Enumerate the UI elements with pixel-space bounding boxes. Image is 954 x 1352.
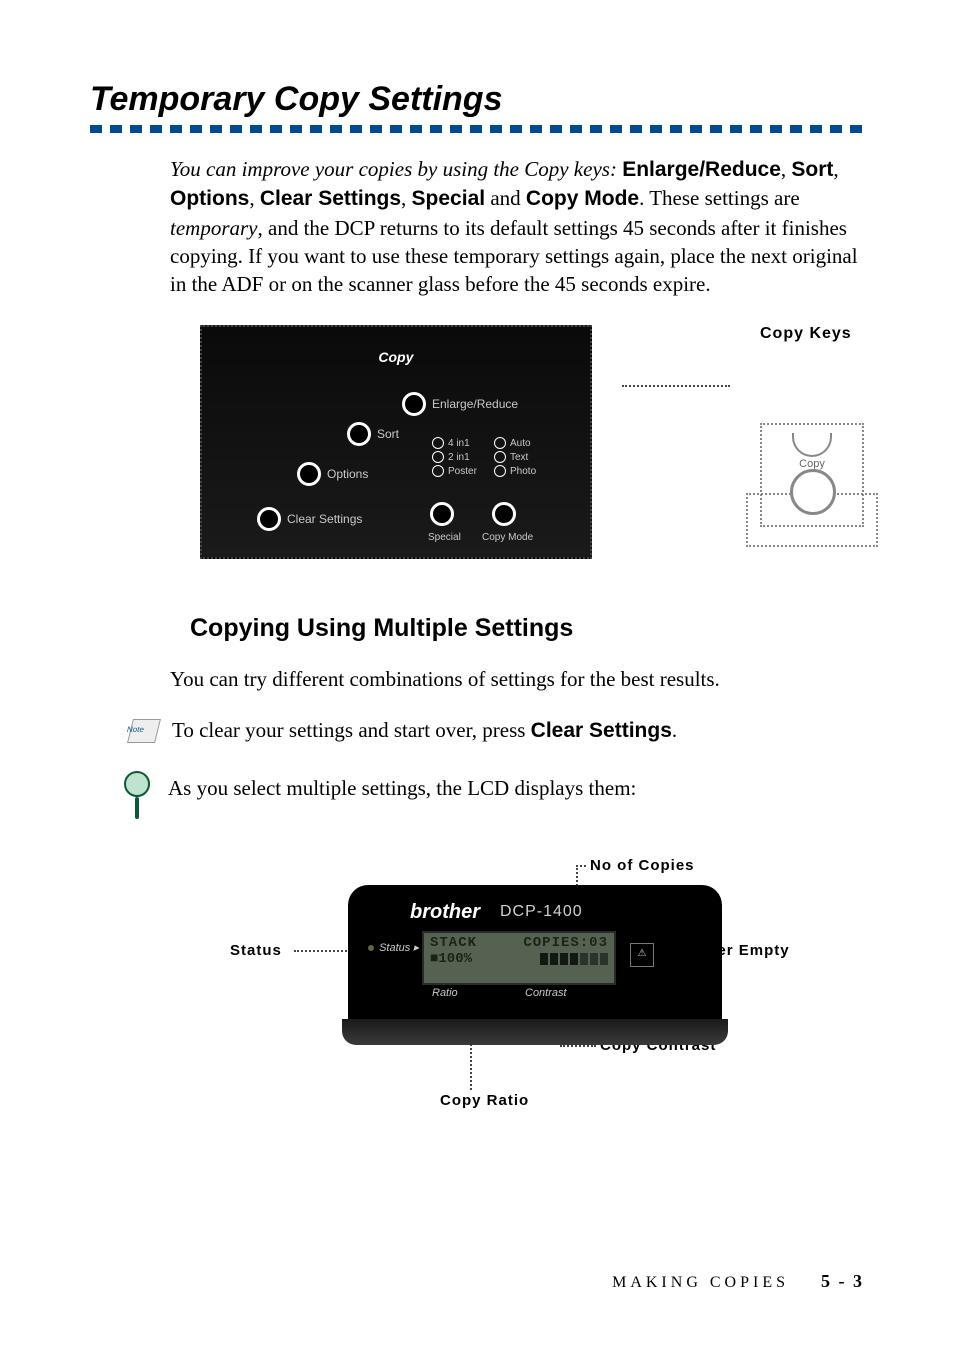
button-icon <box>297 462 321 486</box>
under-ratio: Ratio <box>432 987 458 999</box>
mini-tray-icon <box>792 433 832 457</box>
title-rule <box>90 125 864 133</box>
special-label: Special <box>428 532 461 543</box>
special-modes-left: 4 in1 2 in1 Poster <box>432 437 477 479</box>
key-copy-mode: Copy Mode <box>526 187 639 210</box>
brand-logo: brother <box>410 901 480 924</box>
mini-panel-wrap: Copy <box>760 423 864 527</box>
screen-ratio: ■100% <box>430 951 472 967</box>
key-sort: Sort <box>791 158 833 181</box>
lcd-device: brother DCP-1400 Status ▸ STACK COPIES:0… <box>350 887 720 1027</box>
section-line-1: You can try different combinations of se… <box>170 664 864 694</box>
button-icon <box>492 502 516 526</box>
copy-mode-button[interactable] <box>492 502 516 526</box>
tip-icon <box>124 771 150 817</box>
mode-auto: Auto <box>494 437 536 451</box>
panel-header: Copy <box>378 349 413 365</box>
key-enlarge-reduce: Enlarge/Reduce <box>622 158 781 181</box>
button-label: Options <box>327 467 368 481</box>
copy-panel-figure: Copy Enlarge/Reduce Sort Options Clear S… <box>200 325 864 559</box>
leader-no-of-copies-h <box>576 865 586 867</box>
section-heading: Copying Using Multiple Settings <box>190 614 864 643</box>
mini-copy-button-icon <box>790 469 836 515</box>
key-special: Special <box>412 187 486 210</box>
key-clear-settings: Clear Settings <box>260 187 401 210</box>
copy-keys-text: Copy Keys <box>760 325 864 343</box>
mode-2in1: 2 in1 <box>432 451 477 465</box>
status-arrow-icon: ▸ <box>413 942 419 954</box>
copy-panel: Copy Enlarge/Reduce Sort Options Clear S… <box>200 325 592 559</box>
sort-button[interactable]: Sort <box>347 422 399 446</box>
note-icon-text: Note <box>126 725 145 734</box>
note-text: To clear your settings and start over, p… <box>172 715 677 746</box>
mode-text: Text <box>494 451 536 465</box>
intro-temporary: temporary <box>170 216 258 240</box>
button-label: Enlarge/Reduce <box>432 397 518 411</box>
status-word: Status <box>379 942 410 954</box>
mini-copy-panel: Copy <box>760 423 864 527</box>
contrast-bars <box>540 953 608 965</box>
intro-rest: , and the DCP returns to its default set… <box>170 216 858 297</box>
copy-keys-label: Copy Keys <box>760 325 864 343</box>
under-contrast: Contrast <box>525 987 567 999</box>
button-icon <box>347 422 371 446</box>
screen-stack: STACK <box>430 935 477 951</box>
note-row: Note To clear your settings and start ov… <box>124 715 864 746</box>
mode-4in1: 4 in1 <box>432 437 477 451</box>
note-pre: To clear your settings and start over, p… <box>172 718 531 742</box>
key-options: Options <box>170 187 249 210</box>
intro-paragraph: You can improve your copies by using the… <box>170 155 864 299</box>
lcd-figure: No of Copies Status Toner Empty Copy Con… <box>240 857 880 1137</box>
tip-text: As you select multiple settings, the LCD… <box>168 773 636 803</box>
mini-copy-label: Copy <box>762 458 862 470</box>
copy-mode-label: Copy Mode <box>482 532 533 543</box>
page-footer: MAKING COPIES 5 - 3 <box>612 1271 864 1292</box>
mode-poster: Poster <box>432 465 477 479</box>
page: Temporary Copy Settings You can improve … <box>0 0 954 1352</box>
callout-line <box>622 385 730 389</box>
special-button[interactable] <box>430 502 454 526</box>
copymode-modes-right: Auto Text Photo <box>494 437 536 479</box>
toner-empty-icon: ⚠ <box>630 943 654 967</box>
button-icon <box>257 507 281 531</box>
page-title: Temporary Copy Settings <box>90 80 864 119</box>
button-label: Sort <box>377 427 399 441</box>
intro-mid: . These settings are <box>639 186 800 210</box>
intro-lead: You can improve your copies by using the… <box>170 157 617 181</box>
leader-status <box>294 950 350 952</box>
screen-copies: COPIES:03 <box>523 935 608 951</box>
lcd-screen: STACK COPIES:03 ■100% <box>422 931 616 985</box>
leader-contrast-h <box>560 1045 596 1047</box>
mode-photo: Photo <box>494 465 536 479</box>
footer-page: 5 - 3 <box>821 1271 864 1291</box>
label-no-of-copies: No of Copies <box>590 857 695 874</box>
model-label: DCP-1400 <box>500 903 583 921</box>
clear-settings-button[interactable]: Clear Settings <box>257 507 362 531</box>
footer-section: MAKING COPIES <box>612 1274 789 1291</box>
tip-row: As you select multiple settings, the LCD… <box>124 771 864 817</box>
options-button[interactable]: Options <box>297 462 368 486</box>
note-post: . <box>672 718 677 742</box>
enlarge-reduce-button[interactable]: Enlarge/Reduce <box>402 392 518 416</box>
label-copy-ratio: Copy Ratio <box>440 1092 529 1109</box>
button-label: Clear Settings <box>287 512 362 526</box>
copy-keys-callout: Copy Keys Copy <box>760 325 864 527</box>
button-icon <box>430 502 454 526</box>
note-bold: Clear Settings <box>531 719 672 742</box>
note-icon: Note <box>124 717 160 745</box>
label-status: Status <box>230 942 282 959</box>
button-icon <box>402 392 426 416</box>
